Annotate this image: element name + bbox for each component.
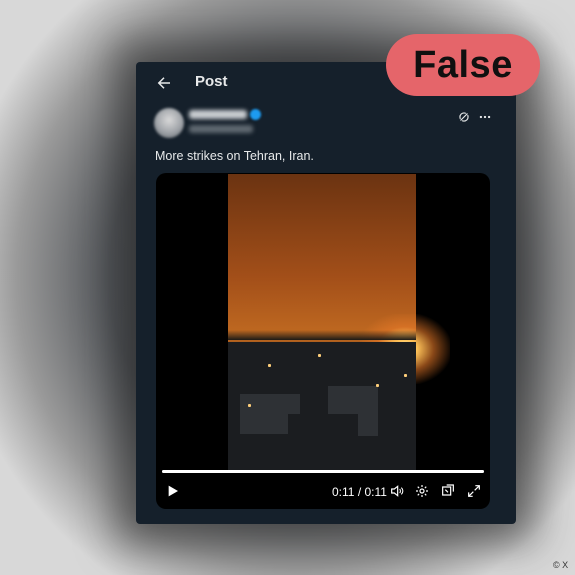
- avatar[interactable]: [154, 108, 184, 138]
- post-text: More strikes on Tehran, Iran.: [155, 149, 314, 163]
- grok-icon[interactable]: [457, 110, 471, 124]
- building: [288, 414, 358, 470]
- verified-badge-icon: [250, 109, 261, 120]
- settings-icon[interactable]: [414, 483, 430, 499]
- page-title: Post: [195, 73, 228, 90]
- window-light: [248, 404, 251, 407]
- window-light: [268, 364, 271, 367]
- window-light: [376, 384, 379, 387]
- volume-icon[interactable]: [389, 483, 405, 499]
- author-handle[interactable]: [189, 125, 253, 133]
- more-options-icon[interactable]: [478, 110, 492, 124]
- post-card: Post More strikes on Tehran, Iran. 0:11 …: [136, 62, 516, 524]
- window-light: [318, 354, 321, 357]
- author-display-name[interactable]: [189, 110, 247, 119]
- duration-time: 0:11: [364, 485, 387, 499]
- video-player[interactable]: 0:11 / 0:11: [156, 173, 490, 509]
- video-progress-bar[interactable]: [162, 470, 484, 473]
- play-icon[interactable]: [164, 483, 180, 499]
- picture-in-picture-icon[interactable]: [440, 483, 456, 499]
- time-separator: /: [357, 485, 362, 499]
- image-credit: © X: [553, 560, 569, 570]
- window-light: [404, 374, 407, 377]
- arrow-left-icon[interactable]: [155, 74, 173, 92]
- video-time: 0:11 / 0:11: [332, 485, 387, 499]
- verdict-badge: False: [386, 34, 540, 96]
- video-progress-fill: [162, 470, 484, 473]
- fullscreen-icon[interactable]: [466, 483, 482, 499]
- skyline: [228, 330, 416, 340]
- video-frame: [228, 174, 450, 470]
- elapsed-time: 0:11: [332, 485, 355, 499]
